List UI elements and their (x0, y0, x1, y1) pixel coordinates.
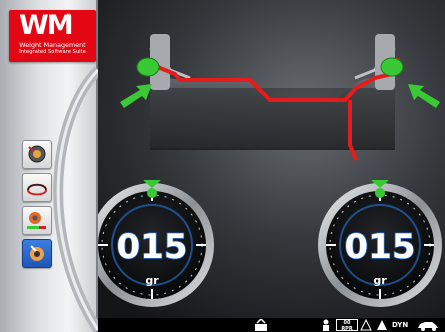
car-icon (418, 322, 438, 331)
logo-line1: Weight Management (19, 41, 86, 49)
weight-placement-button[interactable] (22, 239, 52, 268)
weight-b-status[interactable] (376, 319, 388, 331)
logo-line2: Integrated Software Suite (19, 49, 86, 55)
lw-status[interactable] (254, 317, 268, 331)
lw-icon (255, 317, 267, 331)
operator-icon (323, 319, 329, 331)
balancer-screen: 015 gr 015 gr WM ™ Weight Management Int… (0, 0, 445, 332)
weight-b-icon (377, 320, 387, 330)
right-weight-marker (380, 57, 404, 77)
logo-trademark: ™ (66, 13, 71, 19)
logo-mark: WM (19, 10, 74, 41)
rim-profile-icon (26, 183, 48, 196)
balancing-weight-icon (27, 212, 46, 229)
car-status[interactable] (416, 319, 440, 331)
right-gauge-unit: gr (373, 274, 387, 287)
right-gauge-value: 015 (345, 227, 416, 267)
weight-a-status[interactable] (360, 318, 372, 331)
left-gauge-value: 015 (117, 227, 188, 267)
status-bar: 00 RPR DYN (98, 317, 445, 332)
left-weight-marker (136, 57, 160, 77)
opt-status[interactable]: 00 RPR (336, 319, 358, 332)
rim-profile-button[interactable] (22, 173, 52, 202)
left-gauge-unit: gr (145, 274, 159, 287)
tire-valve-icon (28, 145, 46, 163)
balancing-weight-button[interactable] (22, 206, 52, 235)
wm-logo: WM ™ Weight Management Integrated Softwa… (9, 10, 96, 62)
tire-valve-button[interactable] (22, 140, 52, 169)
weight-a-icon (360, 318, 372, 331)
weight-placement-icon (30, 245, 44, 261)
operator-status[interactable] (320, 319, 332, 331)
dyn-mode[interactable]: DYN (392, 319, 414, 331)
